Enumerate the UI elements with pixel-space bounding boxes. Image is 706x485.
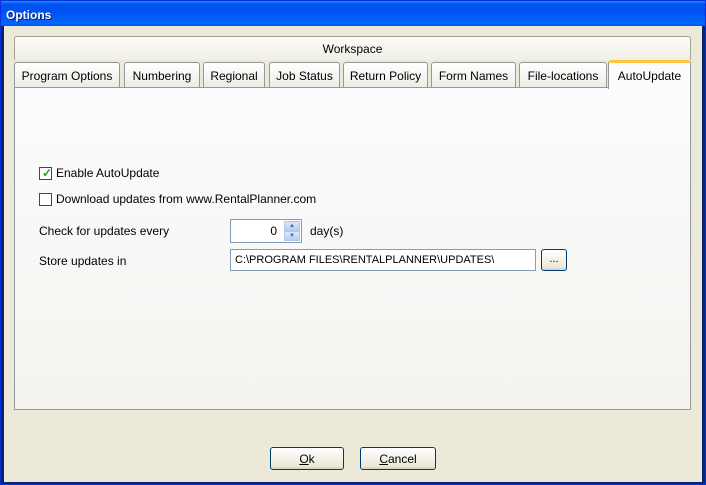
enable-autoupdate-row[interactable]: ✓ Enable AutoUpdate	[39, 166, 159, 180]
check-interval-stepper[interactable]: 0 ▲ ▼	[230, 219, 302, 243]
checkmark-icon: ✓	[42, 165, 53, 180]
window-title: Options	[1, 1, 705, 26]
tab-strip: Program Options Numbering Regional Job S…	[14, 60, 691, 89]
ok-button[interactable]: Ok	[270, 447, 344, 470]
options-dialog: Options Workspace Program Options Number…	[0, 0, 706, 485]
stepper-up-icon[interactable]: ▲	[284, 221, 300, 231]
store-path-field[interactable]: C:\PROGRAM FILES\RENTALPLANNER\UPDATES\	[230, 249, 536, 271]
tab-regional[interactable]: Regional	[203, 62, 265, 88]
cancel-mnemonic: C	[379, 452, 388, 466]
tab-job-status[interactable]: Job Status	[269, 62, 340, 88]
cancel-label-rest: ancel	[387, 452, 417, 466]
workspace-header: Workspace	[14, 36, 691, 60]
check-updates-label: Check for updates every	[39, 224, 170, 238]
enable-autoupdate-label: Enable AutoUpdate	[56, 166, 160, 180]
download-updates-row[interactable]: Download updates from www.RentalPlanner.…	[39, 192, 316, 206]
tab-return-policy[interactable]: Return Policy	[343, 62, 428, 88]
tab-form-names[interactable]: Form Names	[431, 62, 516, 88]
check-interval-value: 0	[270, 224, 277, 238]
download-updates-checkbox[interactable]	[39, 192, 52, 206]
tab-file-locations[interactable]: File-locations	[519, 62, 607, 88]
ok-mnemonic: O	[299, 452, 309, 466]
tab-numbering[interactable]: Numbering	[124, 62, 200, 88]
download-updates-label: Download updates from www.RentalPlanner.…	[56, 192, 317, 206]
tab-autoupdate[interactable]: AutoUpdate	[608, 60, 691, 89]
autoupdate-panel: ✓ Enable AutoUpdate Download updates fro…	[14, 87, 691, 410]
ok-label-rest: k	[308, 452, 315, 466]
dialog-body: Workspace Program Options Numbering Regi…	[4, 26, 702, 482]
tab-program-options[interactable]: Program Options	[14, 62, 120, 88]
store-updates-label: Store updates in	[39, 254, 127, 268]
stepper-arrows: ▲ ▼	[284, 221, 300, 241]
stepper-down-icon[interactable]: ▼	[284, 231, 300, 241]
check-interval-unit: day(s)	[310, 224, 344, 238]
browse-button[interactable]: ...	[541, 249, 567, 271]
enable-autoupdate-checkbox[interactable]: ✓	[39, 165, 53, 180]
cancel-button[interactable]: Cancel	[360, 447, 436, 470]
